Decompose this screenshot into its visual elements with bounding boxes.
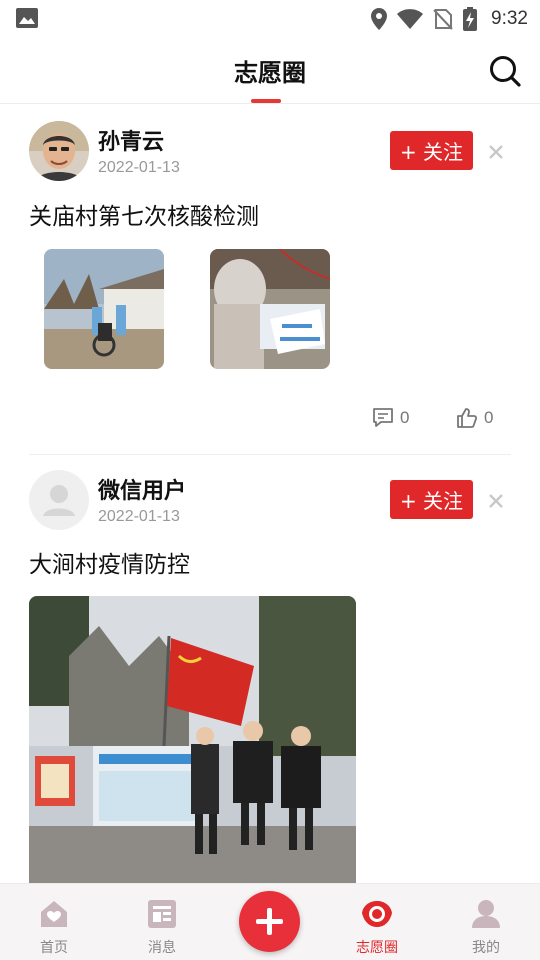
- feed-list[interactable]: 孙青云 2022-01-13 + 关注 关庙村第七次核酸检测 0 0 微信用户 …: [0, 105, 540, 883]
- post-username[interactable]: 孙青云: [98, 124, 164, 156]
- post-image[interactable]: [29, 596, 356, 883]
- thumbs-up-icon: [457, 408, 478, 428]
- like-count: 0: [484, 408, 494, 427]
- nav-item-volunteer[interactable]: 志愿圈: [337, 884, 417, 960]
- comment-icon: [373, 408, 393, 427]
- post-date: 2022-01-13: [98, 508, 180, 525]
- comment-count: 0: [400, 408, 410, 427]
- nav-label-mine: 我的: [472, 940, 500, 956]
- nav-label-volunteer: 志愿圈: [356, 940, 398, 956]
- volunteer-circle-icon: [362, 901, 392, 927]
- battery-charging-icon: [463, 7, 478, 31]
- post-date: 2022-01-13: [98, 159, 180, 176]
- nav-item-messages[interactable]: 消息: [122, 884, 202, 960]
- post-username[interactable]: 微信用户: [98, 473, 186, 505]
- status-time: 9:32: [491, 8, 528, 29]
- follow-button[interactable]: + 关注: [390, 480, 473, 519]
- comment-action[interactable]: 0: [372, 407, 409, 429]
- add-post-button[interactable]: [239, 891, 300, 952]
- no-sim-icon: [433, 9, 453, 30]
- follow-button[interactable]: + 关注: [390, 131, 473, 170]
- post-content: 大涧村疫情防控: [29, 552, 190, 578]
- close-icon[interactable]: [486, 142, 506, 162]
- location-icon: [371, 8, 388, 30]
- search-icon[interactable]: [488, 54, 522, 88]
- nav-item-mine[interactable]: 我的: [446, 884, 526, 960]
- like-action[interactable]: 0: [456, 407, 493, 429]
- wifi-icon: [397, 9, 424, 29]
- title-indicator: [251, 99, 281, 103]
- avatar[interactable]: [29, 470, 89, 530]
- news-icon: [148, 900, 176, 928]
- page-title: 志愿圈: [234, 59, 306, 87]
- nav-item-home[interactable]: 首页: [14, 884, 94, 960]
- avatar[interactable]: [29, 121, 89, 181]
- post-content: 关庙村第七次核酸检测: [29, 204, 259, 230]
- close-icon[interactable]: [486, 491, 506, 511]
- post-card[interactable]: 微信用户 2022-01-13 + 关注 大涧村疫情防控: [0, 455, 540, 883]
- plus-icon: [256, 908, 283, 935]
- post-image[interactable]: [210, 249, 330, 369]
- home-icon: [41, 901, 67, 927]
- user-icon: [472, 900, 500, 928]
- post-image[interactable]: [44, 249, 164, 369]
- nav-label-messages: 消息: [148, 940, 176, 956]
- nav-label-home: 首页: [40, 940, 68, 956]
- gallery-icon: [16, 8, 38, 28]
- post-card[interactable]: 孙青云 2022-01-13 + 关注 关庙村第七次核酸检测 0 0: [0, 105, 540, 455]
- status-bar: 9:32: [0, 0, 540, 38]
- app-header: 志愿圈: [0, 38, 540, 104]
